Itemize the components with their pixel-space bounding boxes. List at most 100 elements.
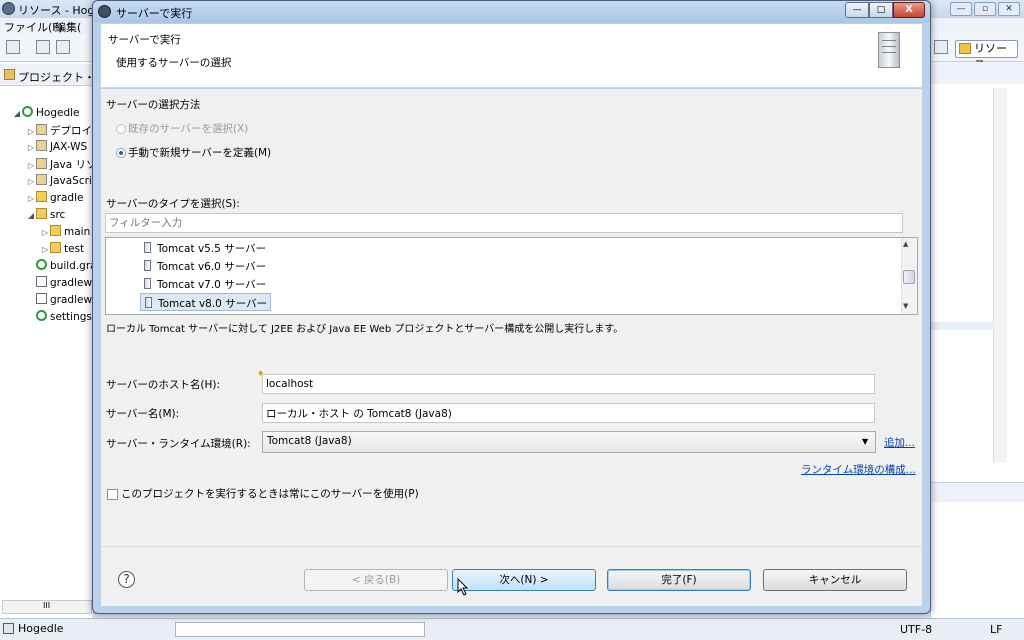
- tree-item-label: gradlew: [50, 294, 93, 306]
- tree-item-label: main: [64, 226, 91, 238]
- host-label: サーバーのホスト名(H):: [106, 379, 221, 391]
- outline-highlight-row: [930, 322, 994, 330]
- tree-item-label: Java リソ: [50, 159, 97, 171]
- outline-panel: [930, 62, 1024, 618]
- help-icon[interactable]: ?: [118, 571, 135, 588]
- tree-item-label: JAX-WS: [50, 141, 88, 153]
- project-status-icon: [3, 623, 14, 634]
- tree-item[interactable]: ▷ Java リソ: [26, 157, 97, 174]
- tree-item-label: デプロイ: [50, 125, 92, 137]
- expand-arrow-icon[interactable]: ▷: [40, 228, 50, 237]
- file-icon: [36, 293, 47, 304]
- tree-item[interactable]: ▷ gradle: [26, 191, 83, 208]
- expand-arrow-icon[interactable]: ▷: [26, 127, 36, 136]
- existing-server-label: 既存のサーバーを選択(X): [128, 123, 249, 135]
- tree-item[interactable]: ◢ Hogedle: [12, 106, 80, 123]
- file-icon: [36, 276, 47, 287]
- status-search-field[interactable]: [175, 622, 425, 637]
- outline-vertical-scrollbar[interactable]: [993, 88, 1007, 462]
- explorer-horizontal-scrollbar[interactable]: III: [2, 600, 92, 614]
- manual-server-radio[interactable]: [116, 148, 126, 158]
- folder-icon: [36, 191, 47, 202]
- add-runtime-link[interactable]: 追加...: [884, 435, 915, 450]
- dialog-close-button[interactable]: X: [893, 2, 925, 18]
- server-type-description: ローカル Tomcat サーバーに対して J2EE および Java EE We…: [106, 324, 624, 335]
- expand-arrow-icon[interactable]: ▷: [40, 245, 50, 254]
- menu-edit[interactable]: 編集(: [55, 19, 81, 35]
- server-icon-stripe: [882, 46, 896, 47]
- eclipse-close-button[interactable]: ✕: [998, 2, 1020, 16]
- list-item-label: Tomcat v5.5 サーバー: [157, 243, 267, 255]
- expand-arrow-icon[interactable]: ◢: [26, 211, 36, 220]
- tree-item[interactable]: ▷ JavaScri: [26, 174, 92, 191]
- tree-item-label: test: [64, 243, 85, 255]
- tree-item[interactable]: build.gra: [26, 259, 97, 276]
- next-button[interactable]: 次へ(N) >: [452, 569, 596, 591]
- scroll-thumb[interactable]: [903, 270, 915, 284]
- list-item[interactable]: Tomcat v5.5 サーバー: [140, 239, 269, 257]
- gradle-file-icon: [36, 310, 47, 321]
- expand-arrow-icon[interactable]: ▷: [26, 143, 36, 152]
- dialog-titlebar[interactable]: [93, 1, 930, 23]
- chevron-down-icon[interactable]: ▼: [862, 437, 868, 446]
- expand-arrow-icon[interactable]: ▷: [26, 177, 36, 186]
- finish-button[interactable]: 完了(F): [607, 569, 751, 591]
- dialog-title: サーバーで実行: [116, 7, 193, 20]
- tree-item-label: build.gra: [50, 260, 97, 272]
- eclipse-minimize-button[interactable]: —: [950, 2, 972, 16]
- tomcat-server-icon: [145, 297, 152, 308]
- dialog-app-icon: [98, 5, 111, 18]
- tree-item[interactable]: ▷ デプロイ: [26, 123, 92, 140]
- runtime-config-link[interactable]: ランタイム環境の構成...: [801, 462, 916, 477]
- project-icon: [22, 106, 33, 117]
- list-item[interactable]: Tomcat v6.0 サーバー: [140, 257, 269, 275]
- tree-item-label: gradlew: [50, 277, 93, 289]
- cancel-button[interactable]: キャンセル: [763, 569, 907, 591]
- list-item-label: Tomcat v7.0 サーバー: [157, 279, 267, 291]
- tree-item[interactable]: ▷ JAX-WS: [26, 140, 87, 157]
- always-use-checkbox[interactable]: [107, 489, 118, 500]
- runtime-select[interactable]: Tomcat8 (Java8): [262, 431, 876, 453]
- back-button[interactable]: < 戻る(B): [304, 569, 448, 591]
- always-use-label[interactable]: このプロジェクトを実行するときは常にこのサーバーを使用(P): [121, 486, 419, 501]
- open-perspective-icon[interactable]: [934, 40, 948, 54]
- dialog-maximize-button[interactable]: □: [869, 2, 893, 18]
- expand-arrow-icon[interactable]: ▷: [26, 161, 36, 170]
- tree-item[interactable]: gradlew: [26, 276, 92, 293]
- existing-server-radio[interactable]: [116, 124, 126, 134]
- status-line-ending: LF: [990, 623, 1003, 636]
- save-icon[interactable]: [36, 40, 50, 54]
- tree-item[interactable]: gradlew: [26, 293, 92, 310]
- deploy-icon: [36, 124, 47, 135]
- server-icon-stripe: [882, 40, 896, 41]
- tree-item-label: src: [50, 209, 66, 221]
- project-explorer-icon: [4, 69, 15, 80]
- tomcat-server-icon: [144, 278, 151, 289]
- host-input[interactable]: [262, 374, 875, 394]
- expand-arrow-icon[interactable]: ▷: [26, 194, 36, 203]
- eclipse-app-icon: [2, 2, 15, 15]
- filter-input[interactable]: [105, 213, 903, 233]
- tree-item[interactable]: ▷ main: [40, 225, 90, 242]
- manual-server-label[interactable]: 手動で新規サーバーを定義(M): [128, 145, 271, 160]
- server-name-input[interactable]: [262, 403, 875, 423]
- tree-item[interactable]: ◢ src: [26, 208, 65, 225]
- server-type-label: サーバーのタイプを選択(S):: [106, 198, 240, 210]
- tree-item[interactable]: ▷ test: [40, 242, 84, 259]
- expand-arrow-icon[interactable]: ◢: [12, 109, 22, 118]
- dialog-minimize-button[interactable]: —: [845, 2, 869, 18]
- new-icon[interactable]: [6, 40, 20, 54]
- server-icon: [878, 32, 900, 68]
- scroll-down-icon[interactable]: ▼: [903, 302, 908, 310]
- list-item[interactable]: Tomcat v7.0 サーバー: [140, 275, 269, 293]
- list-item-selected[interactable]: Tomcat v8.0 サーバー: [140, 293, 272, 311]
- eclipse-maximize-button[interactable]: ▫: [974, 2, 996, 16]
- tree-item-label: gradle: [50, 192, 84, 204]
- save-all-icon[interactable]: [56, 40, 70, 54]
- javascript-icon: [36, 174, 47, 185]
- scroll-grip-label: III: [43, 601, 51, 610]
- mouse-cursor-icon: [457, 578, 469, 596]
- list-item-label: Tomcat v8.0 サーバー: [158, 298, 268, 310]
- scroll-up-icon[interactable]: ▲: [903, 240, 908, 248]
- tree-item[interactable]: settings: [26, 310, 92, 327]
